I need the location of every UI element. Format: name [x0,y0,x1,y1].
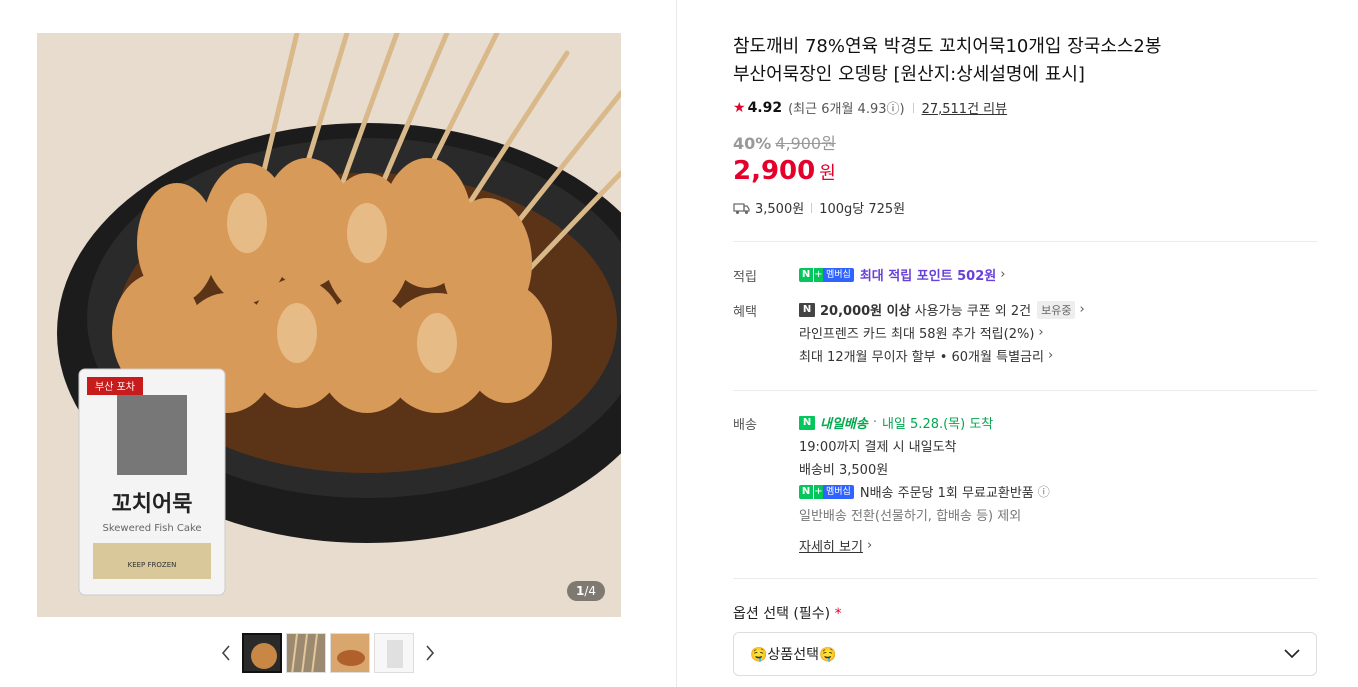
delivery-rows: N 내일배송 · 내일 5.28.(목) 도착 19:00까지 결제 시 내일도… [799,415,1050,557]
exchange-text: N배송 주문당 1회 무료교환반품 [859,486,1034,501]
installment-text: 최대 12개월 무이자 할부 • 60개월 특별금리 [799,350,1044,365]
divider [912,102,914,113]
delivery-note: 일반배송 전환(선물하기, 합배송 등) 제외 [799,509,1022,524]
rating-row: ★ 4.92 (최근 6개월 4.93ⓘ) 27,511건 리뷰 [733,98,1008,118]
card-text: 라인프렌즈 카드 최대 58원 추가 적립(2%) [799,327,1035,342]
chevron-left-icon [221,645,230,661]
thumbnail-1[interactable] [242,633,282,673]
next-image-button[interactable] [418,633,442,673]
chevron-right-icon: › [1038,325,1044,340]
benefit-rows: N 20,000원 이상 사용가능 쿠폰 외 2건 보유중 › 라인프렌즈 카드… [799,298,1085,367]
points-text[interactable]: 최대 적립 포인트 502원 [860,265,996,284]
chevron-right-icon: › [866,538,873,553]
original-price: 4,900원 [775,134,836,153]
naver-plus-badge: N + 멤버십 [799,267,854,282]
sale-price: 2,900 원 [733,156,836,186]
points-label: 적립 [733,270,757,285]
info-icon[interactable]: ⓘ [1038,483,1050,500]
section-divider [733,241,1317,242]
benefit-label: 혜택 [733,305,757,320]
gallery-panel: 부산 포차 꼬치어묵 Skewered Fish Cake KEEP FROZE… [0,0,677,687]
chevron-right-icon [426,645,435,661]
product-title: 참도깨비 78%연육 박경도 꼬치어묵10개입 장국소스2봉 부산어묵장인 오뎅… [733,36,1162,85]
rating-recent[interactable]: (최근 6개월 4.93ⓘ) [788,98,904,117]
n-coupon-icon: N [799,302,815,317]
thumbnail-2[interactable] [286,633,326,673]
points-row[interactable]: N + 멤버십 최대 적립 포인트 502원 › [799,263,1005,286]
divider [811,202,813,213]
installment-row[interactable]: 최대 12개월 무이자 할부 • 60개월 특별금리 › [799,344,1085,367]
coupon-row[interactable]: N 20,000원 이상 사용가능 쿠폰 외 2건 보유중 › [799,298,1085,321]
shipping-summary: 3,500원 100g당 725원 [733,198,905,217]
truck-icon [733,202,750,214]
review-count-link[interactable]: 27,511건 리뷰 [922,98,1008,117]
delivery-fee: 배송비 3,500원 [799,463,889,478]
main-product-image[interactable]: 부산 포차 꼬치어묵 Skewered Fish Cake KEEP FROZE… [37,33,621,617]
section-divider [733,390,1317,391]
chevron-right-icon: › [1047,348,1054,363]
section-divider [733,578,1317,579]
image-counter: 1/4 [566,581,605,601]
thumbnail-strip [214,631,442,675]
option-label: 옵션 선택 (필수) * [733,606,842,622]
details-link-row[interactable]: 자세히 보기 › [799,534,1050,557]
naver-plus-badge: N + 멤버십 [799,484,854,499]
star-icon: ★ [733,99,746,116]
delivery-label: 배송 [733,418,757,433]
chevron-down-icon [1284,649,1300,659]
option-select-value: 🤤상품선택🤤 [750,647,837,663]
discount-percent: 40% [733,134,772,153]
details-link[interactable]: 자세히 보기 [799,536,863,555]
coupon-status-badge: 보유중 [1037,300,1076,319]
package-subtitle: Skewered Fish Cake [102,523,201,534]
fast-delivery-label: 내일배송 [820,417,868,432]
rating-score: 4.92 [747,99,783,116]
delivery-cutoff: 19:00까지 결제 시 내일도착 [799,440,957,455]
prev-image-button[interactable] [214,633,238,673]
coupon-bold: 20,000원 이상 [820,304,911,319]
unit-price: 100g당 725원 [819,202,906,217]
thumbnail-4[interactable] [374,633,414,673]
naver-delivery-icon: N [799,415,815,430]
shipping-fee: 3,500원 [755,202,805,217]
chevron-right-icon: › [1079,302,1085,317]
package-keep: KEEP FROZEN [128,561,177,569]
card-row[interactable]: 라인프렌즈 카드 최대 58원 추가 적립(2%) › [799,321,1085,344]
package-label-top: 부산 포차 [95,381,135,393]
chevron-right-icon: › [1000,267,1006,282]
thumbnail-3[interactable] [330,633,370,673]
arrival-date: 내일 5.28.(목) 도착 [881,417,994,432]
discount-row: 40% 4,900원 [733,130,836,154]
option-select[interactable]: 🤤상품선택🤤 [733,632,1317,676]
package-title: 꼬치어묵 [112,492,193,517]
coupon-text: 사용가능 쿠폰 외 2건 [914,304,1032,319]
